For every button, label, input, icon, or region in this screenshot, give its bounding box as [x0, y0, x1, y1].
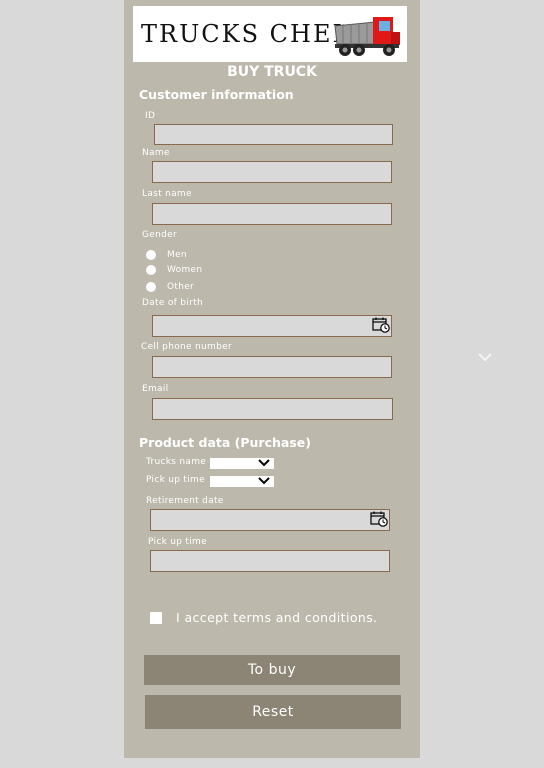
terms-checkbox[interactable]	[150, 612, 162, 624]
gender-option-women[interactable]: Women	[146, 265, 202, 275]
gender-option-label: Women	[167, 265, 203, 275]
email-input[interactable]	[152, 398, 393, 420]
retirement-date-input[interactable]	[150, 509, 390, 531]
gender-option-label: Other	[167, 282, 195, 292]
gender-option-other[interactable]: Other	[146, 282, 194, 292]
terms-label[interactable]: I accept terms and conditions.	[176, 610, 378, 625]
reset-button[interactable]: Reset	[145, 695, 401, 729]
product-section-heading: Product data (Purchase)	[139, 435, 311, 450]
cell-phone-label: Cell phone number	[141, 342, 232, 352]
chevron-down-icon[interactable]	[478, 352, 492, 362]
gender-label: Gender	[142, 230, 177, 240]
dob-label: Date of birth	[142, 298, 203, 308]
pickup-time-2-label: Pick up time	[148, 537, 207, 547]
cell-phone-input[interactable]	[152, 356, 392, 378]
pickup-time-2-input[interactable]	[150, 550, 390, 572]
radio-men[interactable]	[146, 250, 156, 260]
chevron-down-icon	[258, 477, 270, 485]
gender-option-label: Men	[167, 250, 187, 260]
radio-other[interactable]	[146, 282, 156, 292]
purchase-form-panel: TRUCKS CHEL BUY TRUCK Customer informati…	[124, 0, 420, 758]
trucks-name-select[interactable]	[210, 458, 274, 469]
customer-section-heading: Customer information	[139, 87, 294, 102]
calendar-clock-icon[interactable]	[370, 511, 388, 527]
buy-button[interactable]: To buy	[144, 655, 400, 685]
last-name-input[interactable]	[152, 203, 392, 225]
chevron-down-icon	[258, 459, 270, 467]
name-label: Name	[142, 148, 170, 158]
pickup-time-label: Pick up time	[146, 475, 205, 485]
dump-truck-icon	[334, 17, 400, 56]
trucks-name-label: Trucks name	[146, 457, 207, 467]
page-title: BUY TRUCK	[227, 64, 317, 80]
name-input[interactable]	[152, 161, 392, 183]
id-label: ID	[145, 111, 156, 121]
pickup-time-select[interactable]	[210, 476, 274, 487]
radio-women[interactable]	[146, 265, 156, 275]
last-name-label: Last name	[142, 189, 192, 199]
calendar-clock-icon[interactable]	[372, 317, 390, 333]
gender-option-men[interactable]: Men	[146, 250, 187, 260]
dob-input[interactable]	[152, 315, 392, 337]
logo-text: TRUCKS CHEL	[141, 20, 351, 48]
email-label: Email	[142, 384, 169, 394]
brand-logo: TRUCKS CHEL	[133, 6, 407, 62]
retirement-date-label: Retirement date	[146, 496, 224, 506]
id-input[interactable]	[154, 124, 393, 145]
